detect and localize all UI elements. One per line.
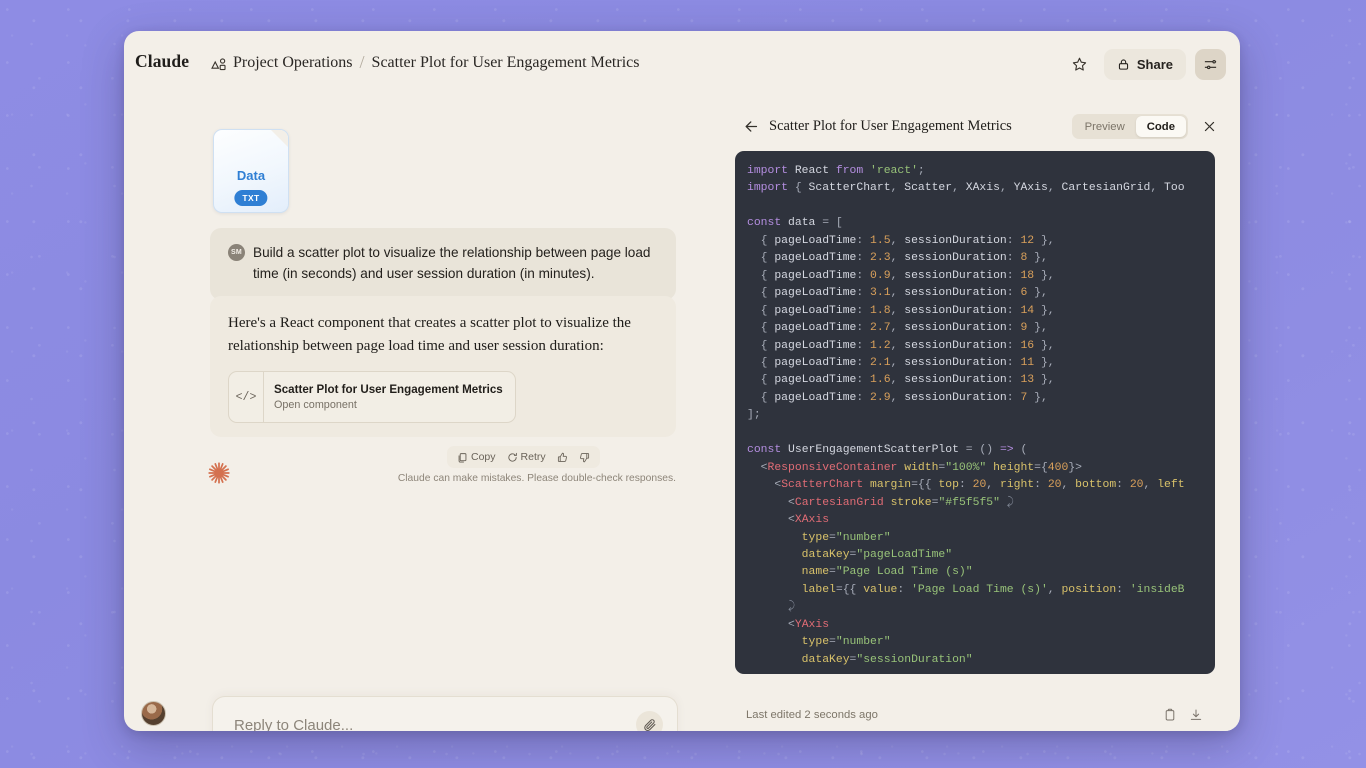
thumbs-up-button[interactable] (557, 452, 568, 463)
code-line: <CartesianGrid stroke="#f5f5f5" ⤸ (747, 496, 1014, 509)
copy-icon (457, 452, 468, 463)
lock-icon (1117, 58, 1130, 71)
sliders-icon (1203, 57, 1218, 72)
artifact-card-subtitle: Open component (274, 398, 357, 411)
project-icon (210, 56, 227, 73)
attach-button[interactable] (636, 711, 663, 731)
thumbs-up-icon (557, 452, 568, 463)
user-message: SM Build a scatter plot to visualize the… (210, 228, 676, 301)
artifact-open-card[interactable]: </> Scatter Plot for User Engagement Met… (228, 371, 516, 423)
code-line: import { ScatterChart, Scatter, XAxis, Y… (747, 182, 1185, 195)
code-line: import React from 'react'; (747, 165, 925, 177)
message-composer[interactable]: Reply to Claude... Claude 3.5 Sonnet (212, 696, 678, 731)
artifact-title: Scatter Plot for User Engagement Metrics (769, 118, 1012, 134)
code-icon: </> (229, 372, 264, 422)
retry-button[interactable]: Retry (507, 451, 546, 463)
top-bar: Claude Project Operations / Scatter Plot… (124, 31, 1240, 96)
message-actions: Copy Retry (447, 446, 600, 468)
code-line: { pageLoadTime: 1.2, sessionDuration: 16… (747, 339, 1055, 352)
code-line: const data = [ (747, 217, 843, 230)
last-edited-label: Last edited 2 seconds ago (746, 708, 878, 721)
code-line: dataKey="pageLoadTime" (747, 548, 953, 561)
code-line: ]; (747, 409, 761, 422)
tab-code[interactable]: Code (1135, 116, 1186, 137)
assistant-message-text: Here's a React component that creates a … (228, 315, 631, 354)
user-avatar-initials: SM (228, 244, 245, 261)
code-line: { pageLoadTime: 2.3, sessionDuration: 8 … (747, 252, 1048, 265)
artifact-footer: Last edited 2 seconds ago (735, 698, 1215, 731)
artifact-header: Scatter Plot for User Engagement Metrics… (735, 102, 1232, 151)
paperclip-icon (643, 718, 657, 732)
code-line: { pageLoadTime: 1.8, sessionDuration: 14… (747, 304, 1055, 317)
view-mode-toggle: Preview Code (1071, 114, 1188, 139)
thumbs-down-icon (579, 452, 590, 463)
code-line: <XAxis (747, 514, 830, 527)
code-line: type="number" (747, 636, 891, 649)
artifact-card-title: Scatter Plot for User Engagement Metrics (274, 383, 503, 397)
artifact-download-button[interactable] (1183, 702, 1209, 728)
retry-icon (507, 452, 518, 463)
file-name: Data (236, 168, 266, 183)
code-line: dataKey="sessionDuration" (747, 653, 973, 666)
user-message-text: Build a scatter plot to visualize the re… (253, 245, 651, 281)
code-viewer[interactable]: import React from 'react'; import { Scatt… (735, 151, 1215, 674)
settings-button[interactable] (1195, 49, 1226, 80)
close-icon (1202, 119, 1217, 134)
code-line: { pageLoadTime: 2.7, sessionDuration: 9 … (747, 322, 1048, 335)
code-line: <ResponsiveContainer width="100%" height… (747, 461, 1082, 474)
chat-column: Data TXT SM Build a scatter plot to visu… (124, 96, 724, 731)
assistant-message: Here's a React component that creates a … (210, 296, 676, 437)
breadcrumb-current: Scatter Plot for User Engagement Metrics (371, 53, 640, 71)
code-line: ⤸ (747, 601, 795, 614)
clipboard-icon (1163, 708, 1177, 722)
code-line: label={{ value: 'Page Load Time (s)', po… (747, 583, 1185, 596)
disclaimer-text: Claude can make mistakes. Please double-… (397, 473, 676, 484)
artifact-back-button[interactable] (738, 114, 764, 140)
topbar-actions: Share (1064, 49, 1226, 80)
code-line: name="Page Load Time (s)" (747, 566, 973, 579)
artifact-panel: Scatter Plot for User Engagement Metrics… (735, 102, 1232, 731)
copy-button[interactable]: Copy (457, 451, 496, 463)
arrow-left-icon (743, 118, 760, 135)
star-icon (1071, 56, 1088, 73)
code-line: { pageLoadTime: 3.1, sessionDuration: 6 … (747, 287, 1048, 300)
star-button[interactable] (1064, 49, 1095, 80)
profile-avatar[interactable] (141, 701, 166, 726)
code-line: { pageLoadTime: 1.5, sessionDuration: 12… (747, 234, 1055, 247)
share-label: Share (1136, 57, 1173, 72)
file-type-badge: TXT (234, 190, 268, 206)
artifact-copy-button[interactable] (1157, 702, 1183, 728)
code-line: <ScatterChart margin={{ top: 20, right: … (747, 479, 1185, 492)
share-button[interactable]: Share (1103, 49, 1186, 80)
code-line: <YAxis (747, 618, 830, 631)
breadcrumb-project[interactable]: Project Operations (233, 54, 353, 72)
code-line: { pageLoadTime: 0.9, sessionDuration: 18… (747, 269, 1055, 282)
reply-input[interactable]: Reply to Claude... (234, 717, 353, 731)
thumbs-down-button[interactable] (579, 452, 590, 463)
copy-label: Copy (471, 451, 496, 463)
retry-label: Retry (520, 451, 546, 463)
app-window: Claude Project Operations / Scatter Plot… (124, 31, 1240, 731)
code-line: const UserEngagementScatterPlot = () => … (747, 444, 1028, 457)
file-attachment-card[interactable]: Data TXT (213, 129, 289, 213)
code-line: type="number" (747, 531, 891, 544)
breadcrumb: Project Operations / Scatter Plot for Us… (210, 52, 639, 73)
file-dogear (271, 130, 288, 147)
code-line: { pageLoadTime: 2.1, sessionDuration: 11… (747, 356, 1055, 369)
app-brand: Claude (135, 51, 190, 71)
tab-preview[interactable]: Preview (1074, 116, 1136, 137)
code-content: import React from 'react'; import { Scatt… (735, 151, 1215, 674)
code-line: { pageLoadTime: 2.9, sessionDuration: 7 … (747, 391, 1048, 404)
artifact-close-button[interactable] (1196, 114, 1222, 140)
breadcrumb-separator: / (359, 52, 365, 72)
download-icon (1189, 708, 1203, 722)
code-line: { pageLoadTime: 1.6, sessionDuration: 13… (747, 374, 1055, 387)
